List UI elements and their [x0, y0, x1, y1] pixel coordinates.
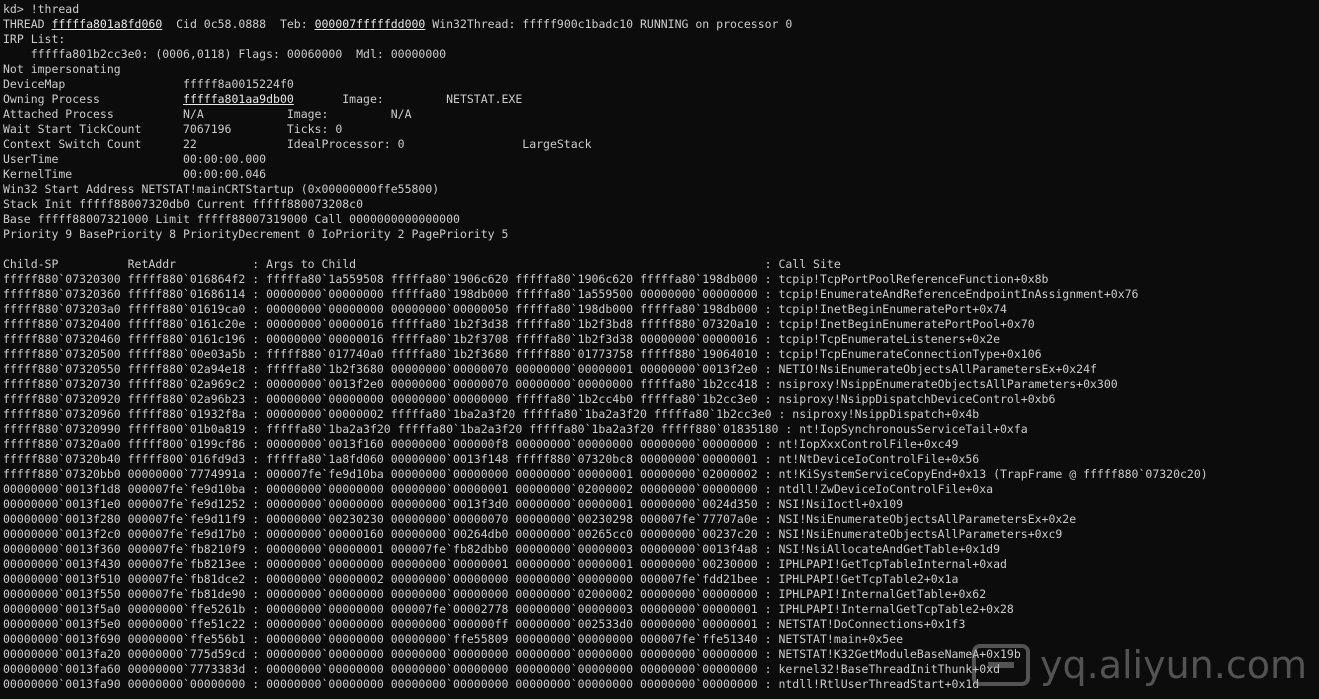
thread-info-line: Win32 Start Address NETSTAT!mainCRTStart… [3, 182, 440, 196]
stack-frame-line: fffff880`07320400 fffff880`0161c20e : 00… [3, 317, 1035, 331]
thread-label: THREAD [3, 17, 52, 31]
stack-frame-line: 00000000`0013f280 000007fe`fe9d11f9 : 00… [3, 512, 1077, 526]
teb-address-link[interactable]: 000007fffffdd000 [315, 17, 426, 31]
stack-frame-line: fffff880`07320990 fffff800`01b0a819 : ff… [3, 422, 1028, 436]
stack-frame-line: 00000000`0013f2c0 000007fe`fe9d17b0 : 00… [3, 527, 1063, 541]
owning-image-text: Image: NETSTAT.EXE [293, 92, 523, 106]
command-prompt-line: kd> !thread [3, 2, 80, 16]
stack-frame-line: 00000000`0013f5e0 00000000`ffe51c22 : 00… [3, 617, 966, 631]
stack-frame-line: fffff880`07320960 fffff880`01932f8a : 00… [3, 407, 980, 421]
process-address-link[interactable]: fffffa801aa9db00 [183, 92, 294, 106]
irp-info-line: fffffa801b2cc3e0: (0006,0118) Flags: 000… [3, 47, 447, 61]
stack-frame-line: 00000000`0013f360 000007fe`fb8210f9 : 00… [3, 542, 1000, 556]
stack-frame-line: 00000000`0013f430 000007fe`fb8213ee : 00… [3, 557, 1007, 571]
stack-frame-line: 00000000`0013fa20 00000000`775d59cd : 00… [3, 647, 1021, 661]
irp-info-line: DeviceMap fffff8a0015224f0 [3, 77, 294, 91]
irp-info-line: Not impersonating [3, 62, 121, 76]
stack-frame-line: 00000000`0013f1d8 000007fe`fe9d10ba : 00… [3, 482, 994, 496]
thread-info-line: KernelTime 00:00:00.046 [3, 167, 267, 181]
stack-frame-line: fffff880`07320a00 fffff800`0199cf86 : 00… [3, 437, 959, 451]
owning-process-line: Owning Process fffffa801aa9db00 Image: N… [3, 92, 1319, 107]
stack-frame-line: 00000000`0013f5a0 00000000`ffe5261b : 00… [3, 602, 1014, 616]
stack-frame-line: fffff880`073203a0 fffff880`01619ca0 : 00… [3, 302, 1007, 316]
thread-info-line: Wait Start TickCount 7067196 Ticks: 0 [3, 122, 343, 136]
debugger-console[interactable]: kd> !thread THREAD fffffa801a8fd060 Cid … [0, 0, 1319, 699]
stack-frame-line: fffff880`07320920 fffff880`02a96b23 : 00… [3, 392, 1056, 406]
stack-frame-line: fffff880`07320360 fffff880`01686114 : 00… [3, 287, 1139, 301]
stack-frame-line: 00000000`0013fa90 00000000`00000000 : 00… [3, 677, 980, 691]
thread-info-block: Attached Process N/A Image: N/A Wait Star… [3, 107, 1319, 257]
thread-info-line: Priority 9 BasePriority 8 PriorityDecrem… [3, 227, 509, 241]
irp-info-block: IRP List: fffffa801b2cc3e0: (0006,0118) … [3, 32, 1319, 92]
irp-info-line: IRP List: [3, 32, 66, 46]
call-stack-block: fffff880`07320300 fffff880`016864f2 : ff… [3, 272, 1319, 692]
owning-process-label: Owning Process [3, 92, 184, 106]
thread-info-line: Context Switch Count 22 IdealProcessor: … [3, 137, 592, 151]
stack-frame-line: fffff880`07320bb0 00000000`7774991a : 00… [3, 467, 1208, 481]
stack-header-line: Child-SP RetAddr : Args to Child : Call … [3, 257, 841, 271]
stack-frame-line: fffff880`07320460 fffff880`0161c196 : 00… [3, 332, 1000, 346]
thread-summary-line: THREAD fffffa801a8fd060 Cid 0c58.0888 Te… [3, 17, 1319, 32]
stack-frame-line: 00000000`0013fa60 00000000`7773383d : 00… [3, 662, 1000, 676]
stack-frame-line: fffff880`07320300 fffff880`016864f2 : ff… [3, 272, 1049, 286]
thread-info-line: UserTime 00:00:00.000 [3, 152, 267, 166]
stack-frame-line: 00000000`0013f550 000007fe`fb81de90 : 00… [3, 587, 987, 601]
thread-info-line: Base fffff88007321000 Limit fffff8800731… [3, 212, 460, 226]
thread-info-line: Attached Process N/A Image: N/A [3, 107, 412, 121]
thread-state-text: Win32Thread: fffff900c1badc10 RUNNING on… [425, 17, 793, 31]
cid-teb-label: Cid 0c58.0888 Teb: [162, 17, 315, 31]
stack-frame-line: 00000000`0013f1e0 000007fe`fe9d1252 : 00… [3, 497, 904, 511]
thread-address-link[interactable]: fffffa801a8fd060 [51, 17, 162, 31]
thread-info-line: Stack Init fffff88007320db0 Current ffff… [3, 197, 364, 211]
thread-info-line [3, 242, 1319, 257]
stack-frame-line: fffff880`07320b40 fffff800`016fd9d3 : ff… [3, 452, 980, 466]
stack-frame-line: fffff880`07320730 fffff880`02a969c2 : 00… [3, 377, 1118, 391]
stack-frame-line: fffff880`07320550 fffff880`02a94e18 : ff… [3, 362, 1097, 376]
stack-frame-line: 00000000`0013f510 000007fe`fb81dce2 : 00… [3, 572, 959, 586]
stack-frame-line: 00000000`0013f690 00000000`ffe556b1 : 00… [3, 632, 904, 646]
stack-frame-line: fffff880`07320500 fffff880`00e03a5b : ff… [3, 347, 1042, 361]
